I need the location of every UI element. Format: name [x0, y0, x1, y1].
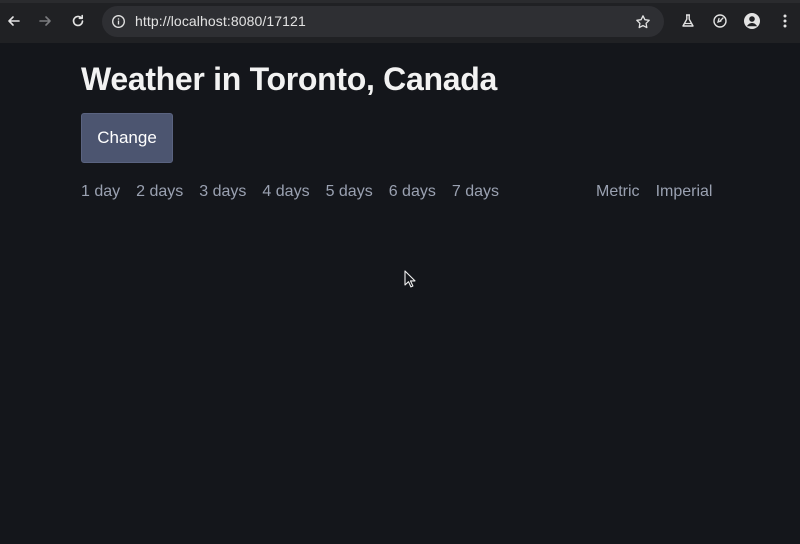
gauge-icon[interactable]: [709, 10, 731, 32]
day-option-6[interactable]: 6 days: [389, 183, 436, 201]
mouse-cursor-icon: [404, 270, 416, 288]
browser-toolbar: http://localhost:8080/17121: [0, 0, 800, 43]
back-arrow-icon[interactable]: [2, 9, 26, 33]
change-location-button[interactable]: Change: [81, 113, 173, 163]
unit-option-metric[interactable]: Metric: [596, 183, 640, 201]
address-bar[interactable]: http://localhost:8080/17121: [102, 6, 664, 37]
day-range-selector: 1 day 2 days 3 days 4 days 5 days 6 days…: [81, 183, 515, 201]
star-icon[interactable]: [633, 12, 652, 31]
tab-strip-edge: [0, 0, 800, 3]
day-option-5[interactable]: 5 days: [326, 183, 373, 201]
day-option-3[interactable]: 3 days: [199, 183, 246, 201]
day-option-4[interactable]: 4 days: [262, 183, 309, 201]
day-option-1[interactable]: 1 day: [81, 183, 120, 201]
unit-option-imperial[interactable]: Imperial: [656, 183, 713, 201]
flask-icon[interactable]: [677, 10, 699, 32]
kebab-menu-icon[interactable]: [774, 10, 796, 32]
url-text[interactable]: http://localhost:8080/17121: [135, 13, 306, 29]
info-icon[interactable]: [109, 12, 128, 31]
day-option-2[interactable]: 2 days: [136, 183, 183, 201]
page-title: Weather in Toronto, Canada: [81, 61, 497, 97]
day-option-7[interactable]: 7 days: [452, 183, 499, 201]
unit-selector: Metric Imperial: [596, 183, 728, 201]
forward-arrow-icon[interactable]: [33, 9, 57, 33]
page-content: Weather in Toronto, Canada Change 1 day …: [0, 43, 800, 544]
profile-icon[interactable]: [741, 10, 763, 32]
reload-icon[interactable]: [66, 9, 90, 33]
